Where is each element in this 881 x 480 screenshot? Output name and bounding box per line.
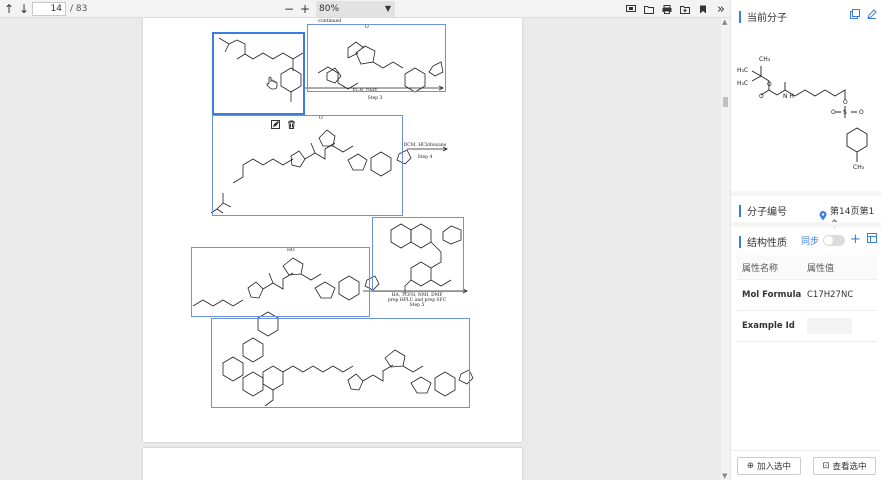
arrow-down-icon[interactable]: ↓: [15, 0, 33, 18]
app-root: ↑ ↓ 14 / 83 − + 80% ▼ » -continued Et₃N,…: [0, 0, 881, 480]
atom-h3c-left2: H₃C: [737, 80, 748, 87]
structure-props-header: 结构性质: [739, 234, 787, 249]
viewer-scrollbar[interactable]: ▲ ▼: [721, 18, 730, 480]
atom-h3c-left1: H₃C: [737, 67, 748, 74]
step3-label: Step 3: [368, 95, 383, 101]
toolbar-right-group: »: [622, 0, 730, 18]
step5-label: Step 5: [410, 302, 425, 308]
view-icon: ⊡: [822, 461, 830, 471]
sync-label: 同步: [801, 237, 820, 247]
molecule-box[interactable]: [191, 247, 370, 317]
section-divider: [731, 222, 881, 227]
atom-nh: N H: [783, 93, 794, 100]
view-selected-button[interactable]: ⊡ 查看选中: [813, 457, 876, 475]
atom-o2: O: [759, 93, 764, 100]
scrollbar-thumb[interactable]: [723, 97, 728, 107]
molecule-structure-preview: CH₃ H₃C H₃C O O N H O S O O CH₃: [737, 56, 868, 171]
sync-toggle[interactable]: [823, 235, 846, 246]
add-property-icon[interactable]: +: [850, 232, 861, 247]
property-value-input[interactable]: [807, 318, 852, 334]
atom-o3: O: [843, 99, 848, 106]
atom-o1: O: [767, 81, 772, 88]
table-row: Mol Formula C17H27NC: [737, 280, 877, 311]
properties-table: 属性名称 属性值 Mol Formula C17H27NC Example Id: [737, 255, 877, 342]
scroll-up-icon[interactable]: ▲: [722, 18, 727, 26]
section-accent-bar: [739, 235, 741, 248]
print-icon[interactable]: [658, 0, 676, 18]
molecule-side-panel: 当前分子 CH₃ H₃C H₃C O O N H O S O O CH₃ 分子编…: [730, 0, 881, 480]
structure-props-title: 结构性质: [747, 238, 787, 249]
section-accent-bar: [739, 10, 741, 23]
plus-circle-icon: ⊕: [746, 461, 755, 471]
pdf-viewer[interactable]: -continued Et₃N, DMF Step 3 DCM, HCl/dio…: [0, 18, 730, 480]
atom-ch3-top: CH₃: [759, 56, 771, 63]
atom-o5: O: [859, 109, 864, 116]
panel-bottom-bar: ⊕ 加入选中 ⊡ 查看选中: [731, 450, 881, 480]
atom-o4: O: [831, 109, 836, 116]
molecule-box[interactable]: [212, 115, 403, 216]
page-number-input[interactable]: 14: [32, 2, 66, 16]
add-selected-label: 加入选中: [757, 462, 792, 472]
view-selected-label: 查看选中: [832, 462, 867, 472]
current-molecule-title: 当前分子: [747, 13, 787, 24]
molecule-box[interactable]: [372, 217, 464, 292]
molecule-id-header: 分子编号: [739, 203, 787, 218]
molecule-box[interactable]: [211, 318, 470, 408]
sync-toggle-group: 同步: [801, 234, 846, 247]
download-icon[interactable]: [676, 0, 694, 18]
zoom-value: 80%: [319, 4, 340, 14]
pdf-page: -continued Et₃N, DMF Step 3 DCM, HCl/dio…: [143, 18, 522, 442]
bookmark-icon[interactable]: [694, 0, 712, 18]
molecule-box-selected[interactable]: [212, 32, 305, 115]
copy-icon[interactable]: [850, 9, 860, 22]
edit-icon[interactable]: [271, 119, 280, 132]
step4-label: Step 4: [418, 154, 433, 160]
toggle-knob: [824, 236, 834, 245]
header-property-value: 属性值: [807, 263, 835, 274]
table-settings-icon[interactable]: [867, 233, 877, 246]
add-selected-button[interactable]: ⊕ 加入选中: [737, 457, 801, 475]
open-file-icon[interactable]: [640, 0, 658, 18]
zoom-select[interactable]: 80% ▼: [316, 1, 395, 17]
trash-icon[interactable]: [287, 119, 296, 132]
molecule-id-title: 分子编号: [747, 207, 787, 218]
edit-pencil-icon[interactable]: [867, 9, 877, 22]
presentation-icon[interactable]: [622, 0, 640, 18]
property-value-cell: [801, 318, 877, 334]
property-value[interactable]: C17H27NC: [801, 290, 877, 300]
molecule-box[interactable]: [307, 24, 446, 92]
property-name: Mol Formula: [742, 290, 801, 300]
atom-ch3-bottom: CH₃: [853, 164, 865, 171]
table-row: Example Id: [737, 311, 877, 342]
page-total: / 83: [70, 4, 88, 14]
section-divider: [731, 191, 881, 196]
pdf-page-next: [143, 448, 522, 480]
properties-table-header: 属性名称 属性值: [737, 255, 877, 280]
property-name: Example Id: [742, 321, 795, 331]
hand-cursor-icon: [266, 76, 278, 93]
section-accent-bar: [739, 204, 741, 217]
current-molecule-header: 当前分子: [739, 9, 787, 24]
atom-s: S: [843, 109, 847, 116]
step4-reagents: DCM, HCl/dioxane: [404, 142, 447, 148]
header-property-name: 属性名称: [742, 263, 779, 274]
pdf-toolbar: ↑ ↓ 14 / 83 − + 80% ▼ »: [0, 0, 730, 18]
chevron-down-icon: ▼: [384, 4, 391, 13]
double-chevron-right-icon[interactable]: »: [712, 0, 730, 18]
scroll-down-icon[interactable]: ▼: [722, 472, 727, 480]
zoom-in-button[interactable]: +: [296, 0, 314, 18]
